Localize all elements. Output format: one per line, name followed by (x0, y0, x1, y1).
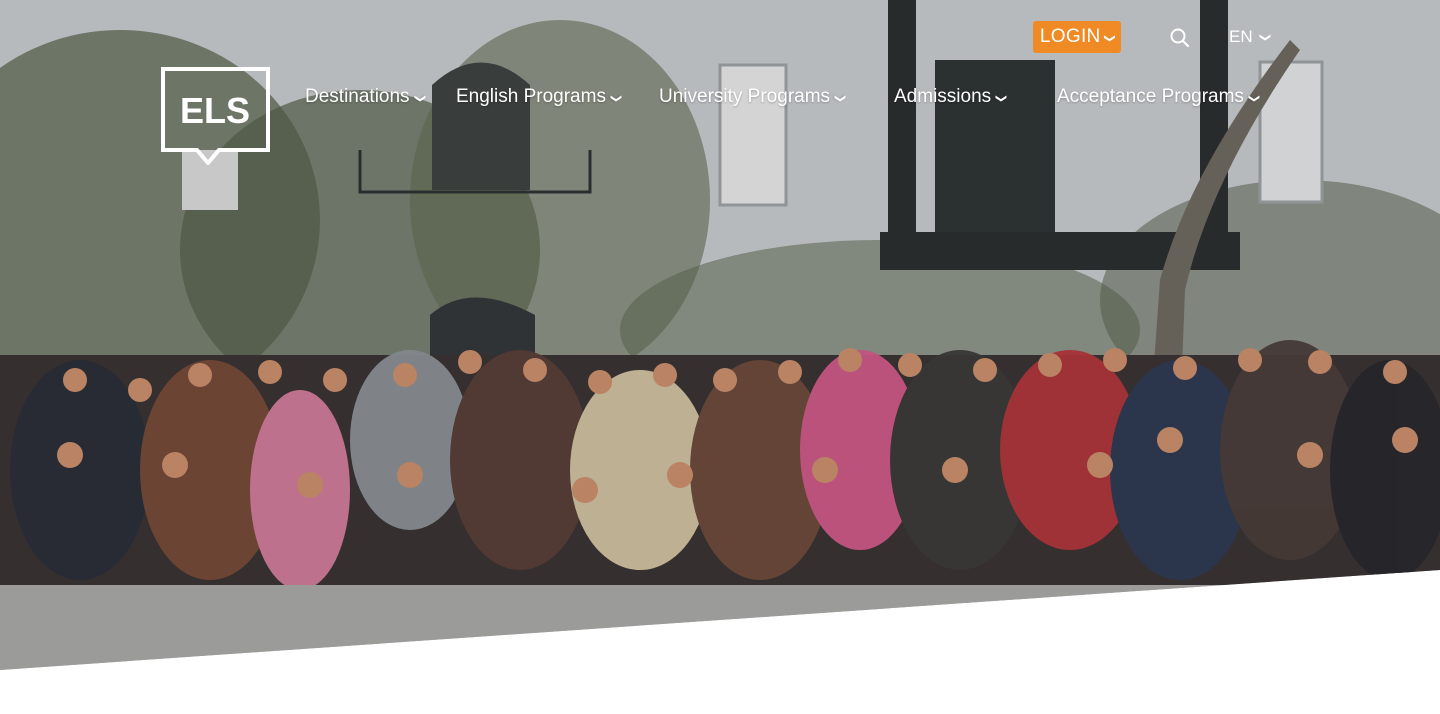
search-icon[interactable] (1168, 26, 1192, 50)
nav-item-university-programs[interactable]: University Programs ❯ (659, 86, 847, 108)
nav-item-english-programs[interactable]: English Programs ❯ (456, 86, 623, 108)
nav-item-label: Destinations (305, 86, 410, 107)
nav-item-destinations[interactable]: Destinations ❯ (305, 86, 426, 108)
language-selector[interactable]: EN ❯ (1229, 27, 1271, 47)
chevron-down-icon: ❯ (1248, 93, 1261, 104)
login-label: LOGIN (1039, 26, 1101, 47)
nav-item-label: University Programs (659, 86, 831, 107)
chevron-down-icon: ❯ (995, 93, 1008, 104)
chevron-down-icon: ❯ (1258, 32, 1271, 42)
chevron-down-icon: ❯ (610, 93, 623, 104)
els-logo[interactable]: ELS (161, 67, 270, 167)
main-nav: Destinations ❯ English Programs ❯ Univer… (0, 86, 1440, 116)
nav-item-acceptance-programs[interactable]: Acceptance Programs ❯ (1057, 86, 1261, 108)
chevron-down-icon: ❯ (413, 93, 426, 104)
chevron-down-icon: ❯ (1102, 33, 1115, 43)
nav-item-admissions[interactable]: Admissions ❯ (894, 86, 1008, 108)
language-label: EN (1229, 27, 1253, 46)
nav-item-label: English Programs (456, 86, 606, 107)
nav-item-label: Acceptance Programs (1057, 86, 1244, 107)
login-button[interactable]: LOGIN ❯ (1033, 21, 1121, 53)
chevron-down-icon: ❯ (834, 93, 847, 104)
nav-item-label: Admissions (894, 86, 992, 107)
